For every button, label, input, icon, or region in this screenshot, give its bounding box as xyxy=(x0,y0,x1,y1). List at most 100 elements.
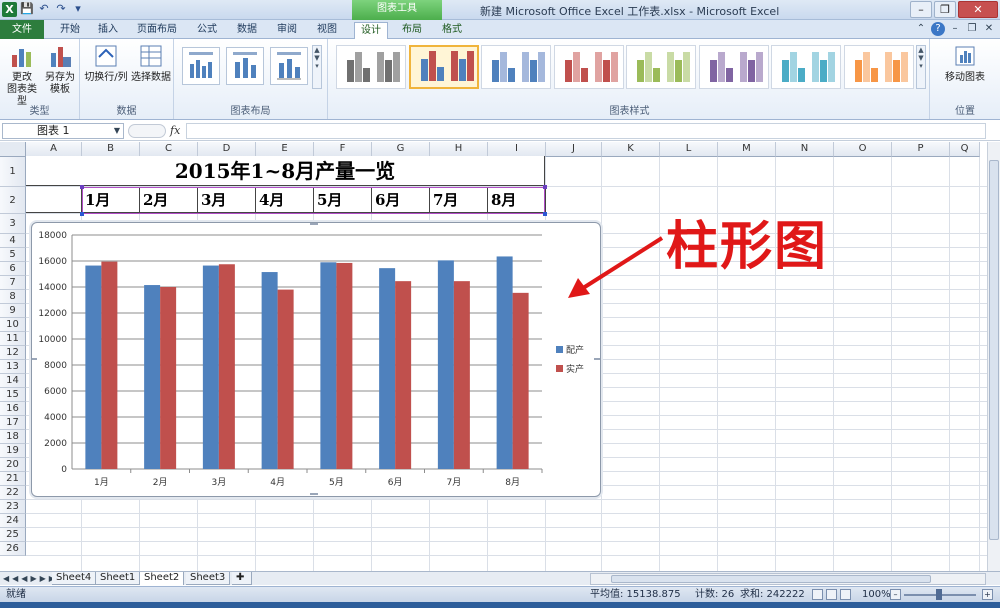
tab-review[interactable]: 审阅 xyxy=(271,22,303,39)
doc-minimize-icon[interactable]: – xyxy=(948,22,962,36)
row-header-26[interactable]: 26 xyxy=(0,542,26,556)
month-cell[interactable]: 3月 xyxy=(198,187,256,213)
column-header-i[interactable]: I xyxy=(488,142,546,157)
page-layout-view-icon[interactable] xyxy=(826,589,837,600)
chart-style-option-7[interactable] xyxy=(771,45,841,89)
chart-style-option-5[interactable] xyxy=(626,45,696,89)
redo-icon[interactable]: ↷ xyxy=(54,2,68,16)
column-header-q[interactable]: Q xyxy=(950,142,980,157)
column-header-p[interactable]: P xyxy=(892,142,950,157)
switch-row-column-button[interactable]: 切换行/列 xyxy=(84,43,128,84)
tab-format[interactable]: 格式 xyxy=(436,22,468,39)
row-header-5[interactable]: 5 xyxy=(0,248,26,262)
qat-customize-icon[interactable]: ▾ xyxy=(71,2,85,16)
column-header-c[interactable]: C xyxy=(140,142,198,157)
layout-option-1[interactable] xyxy=(182,47,220,85)
range-handle-tr[interactable] xyxy=(543,185,547,189)
month-cell[interactable]: 4月 xyxy=(256,187,314,213)
sheet-tab-sheet1[interactable]: Sheet1 xyxy=(96,572,141,585)
row-header-6[interactable]: 6 xyxy=(0,262,26,276)
save-icon[interactable]: 💾 xyxy=(20,2,34,16)
name-box-dropdown-icon[interactable]: ▼ xyxy=(114,124,120,138)
zoom-level[interactable]: 100% xyxy=(862,587,891,602)
row-header-20[interactable]: 20 xyxy=(0,458,26,472)
column-header-l[interactable]: L xyxy=(660,142,718,157)
column-header-m[interactable]: M xyxy=(718,142,776,157)
tab-chart-layout[interactable]: 布局 xyxy=(396,22,428,39)
tab-formulas[interactable]: 公式 xyxy=(191,22,223,39)
insert-function-icon[interactable]: fx xyxy=(170,124,180,137)
horizontal-scroll-thumb[interactable] xyxy=(611,575,931,583)
worksheet-grid[interactable]: ABCDEFGHIJKLMNOPQ 1 2 3 4 5 6 7 8 9 10 11 12 13 14 15 1… xyxy=(0,142,987,571)
doc-restore-icon[interactable]: ❐ xyxy=(965,22,979,36)
column-header-d[interactable]: D xyxy=(198,142,256,157)
row-header-15[interactable]: 15 xyxy=(0,388,26,402)
column-header-n[interactable]: N xyxy=(776,142,834,157)
move-chart-button[interactable]: 移动图表 xyxy=(936,43,994,84)
tab-design[interactable]: 设计 xyxy=(354,22,388,39)
zoom-slider-knob[interactable] xyxy=(936,589,942,600)
chart-style-option-8[interactable] xyxy=(843,45,914,89)
column-header-b[interactable]: B xyxy=(82,142,140,157)
restore-icon[interactable]: ❐ xyxy=(934,1,956,18)
chart-style-option-1[interactable] xyxy=(336,45,406,89)
range-handle-br[interactable] xyxy=(543,212,547,216)
row-header-14[interactable]: 14 xyxy=(0,374,26,388)
ribbon-collapse-icon[interactable]: ⌃ xyxy=(914,22,928,36)
column-header-a[interactable]: A xyxy=(26,142,82,157)
select-all-corner[interactable] xyxy=(0,142,26,157)
column-header-o[interactable]: O xyxy=(834,142,892,157)
row-header-21[interactable]: 21 xyxy=(0,472,26,486)
month-cell[interactable]: 8月 xyxy=(488,187,546,213)
chart-style-option-2[interactable] xyxy=(408,45,479,89)
row-header-8[interactable]: 8 xyxy=(0,290,26,304)
formula-input[interactable] xyxy=(186,123,986,139)
month-cell[interactable]: 1月 xyxy=(82,187,140,213)
save-as-template-button[interactable]: 另存为 模板 xyxy=(42,43,78,96)
row-header-7[interactable]: 7 xyxy=(0,276,26,290)
chart-style-option-6[interactable] xyxy=(698,45,769,89)
layout-option-3[interactable] xyxy=(270,47,308,85)
tab-page-layout[interactable]: 页面布局 xyxy=(131,22,183,39)
chart-object[interactable]: 0 2000 4000 6000 8000 10000 12000 14000 16000 180… xyxy=(29,222,602,497)
tab-file[interactable]: 文件 xyxy=(0,20,44,39)
row-header-22[interactable]: 22 xyxy=(0,486,26,500)
styles-gallery-scroll[interactable]: ▲ ▼ ▾ xyxy=(916,45,926,89)
row2-cell-a[interactable] xyxy=(26,187,82,213)
help-icon[interactable]: ? xyxy=(931,22,945,36)
month-cell[interactable]: 6月 xyxy=(372,187,430,213)
tab-insert[interactable]: 插入 xyxy=(92,22,124,39)
sheet-title-cell[interactable]: 2015年1~8月产量一览 xyxy=(26,156,545,186)
sheet-tab-sheet3[interactable]: Sheet3 xyxy=(186,572,231,585)
month-cell[interactable]: 2月 xyxy=(140,187,198,213)
vertical-scroll-thumb[interactable] xyxy=(989,160,999,540)
sheet-tab-sheet4[interactable]: Sheet4 xyxy=(52,572,97,585)
tab-view[interactable]: 视图 xyxy=(311,22,343,39)
row-header-16[interactable]: 16 xyxy=(0,402,26,416)
row-header-11[interactable]: 11 xyxy=(0,332,26,346)
column-header-f[interactable]: F xyxy=(314,142,372,157)
change-chart-type-button[interactable]: 更改 图表类型 xyxy=(4,43,40,108)
horizontal-scrollbar[interactable] xyxy=(590,573,986,585)
row-header-12[interactable]: 12 xyxy=(0,346,26,360)
name-box[interactable]: 图表 1 ▼ xyxy=(2,123,124,139)
month-cell[interactable]: 5月 xyxy=(314,187,372,213)
row-header-25[interactable]: 25 xyxy=(0,528,26,542)
normal-view-icon[interactable] xyxy=(812,589,823,600)
layout-gallery-scroll[interactable]: ▲ ▼ ▾ xyxy=(312,45,322,89)
zoom-out-icon[interactable]: – xyxy=(890,589,901,600)
row-header-23[interactable]: 23 xyxy=(0,500,26,514)
row-header-1[interactable]: 1 xyxy=(0,157,26,187)
sheet-nav-arrows[interactable]: ◀◀◀▶▶▶ xyxy=(3,572,58,585)
zoom-in-icon[interactable]: + xyxy=(982,589,993,600)
column-header-g[interactable]: G xyxy=(372,142,430,157)
tab-home[interactable]: 开始 xyxy=(54,22,86,39)
undo-icon[interactable]: ↶ xyxy=(37,2,51,16)
range-handle-bl[interactable] xyxy=(80,212,84,216)
chart-style-option-3[interactable] xyxy=(481,45,551,89)
row-header-17[interactable]: 17 xyxy=(0,416,26,430)
row-header-18[interactable]: 18 xyxy=(0,430,26,444)
insert-sheet-icon[interactable]: ✚ xyxy=(232,572,252,585)
close-icon[interactable]: ✕ xyxy=(958,1,998,18)
month-cell[interactable]: 7月 xyxy=(430,187,488,213)
